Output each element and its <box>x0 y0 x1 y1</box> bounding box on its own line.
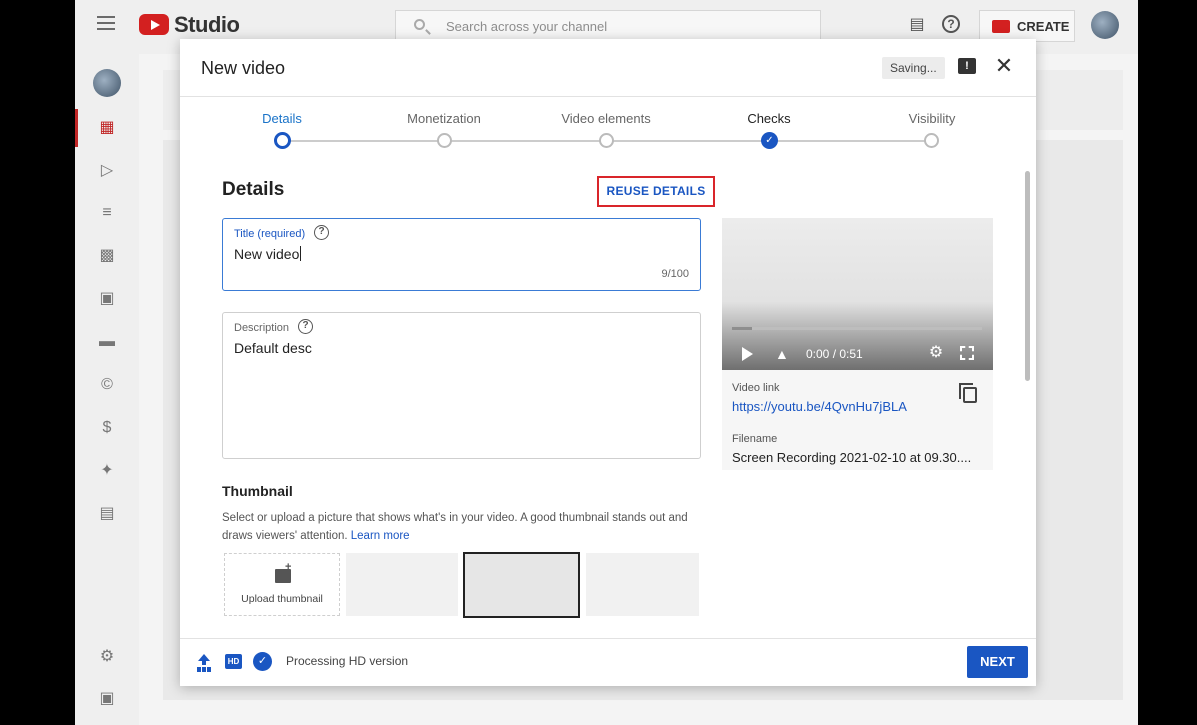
upload-thumbnail-button[interactable]: Upload thumbnail <box>224 553 340 616</box>
step-dot-details[interactable] <box>274 132 291 149</box>
video-player[interactable]: ▲ 0:00 / 0:51 ⚙ <box>722 218 993 370</box>
settings-icon[interactable]: ⚙ <box>97 648 117 666</box>
dialog-header: New video Saving... ✕ <box>180 39 1036 97</box>
saving-badge: Saving... <box>882 57 945 79</box>
thumbnail-option-1[interactable] <box>346 553 458 616</box>
help-icon[interactable]: ? <box>314 225 329 240</box>
search-placeholder: Search across your channel <box>446 19 608 34</box>
title-text: New video <box>234 246 300 262</box>
description-value[interactable]: Default desc <box>234 340 312 356</box>
step-label: Details <box>262 111 302 126</box>
dialog-scrollbar[interactable] <box>1025 171 1030 381</box>
video-link-label: Video link <box>732 382 780 394</box>
learn-more-link[interactable]: Learn more <box>351 530 410 542</box>
details-heading: Details <box>222 179 285 200</box>
volume-icon[interactable]: ▲ <box>775 345 793 363</box>
play-icon[interactable] <box>742 347 753 361</box>
fullscreen-icon[interactable] <box>960 346 974 360</box>
upload-dialog: New video Saving... ✕ Details Monetizati… <box>180 39 1036 686</box>
title-field[interactable]: Title (required) ? New video 9/100 <box>222 218 701 291</box>
customization-icon[interactable]: ✦ <box>97 462 117 480</box>
step-visibility[interactable]: Visibility <box>872 111 992 126</box>
step-dot-checks[interactable]: ✓ <box>761 132 778 149</box>
send-feedback-icon[interactable]: ▣ <box>97 690 117 708</box>
step-label: Monetization <box>407 111 481 126</box>
help-icon[interactable]: ? <box>942 15 960 33</box>
dialog-title: New video <box>201 58 286 78</box>
step-dot-video-elements[interactable] <box>599 133 614 148</box>
thumbnail-option-3[interactable] <box>586 553 699 616</box>
copyright-icon[interactable]: © <box>97 376 117 394</box>
analytics-icon[interactable]: ▩ <box>97 247 117 265</box>
create-label: CREATE <box>1017 19 1070 34</box>
text-cursor <box>300 246 302 261</box>
playlists-icon[interactable]: ≡ <box>97 204 117 222</box>
audio-library-icon[interactable]: ▤ <box>97 505 117 523</box>
video-link[interactable]: https://youtu.be/4QvnHu7jBLA <box>732 399 907 414</box>
step-dot-visibility[interactable] <box>924 133 939 148</box>
studio-logo-text[interactable]: Studio <box>174 12 240 38</box>
help-icon[interactable]: ? <box>298 319 313 334</box>
monetization-icon[interactable]: $ <box>97 419 117 437</box>
sidebar: ▦ ▷ ≡ ▩ ▣ ▬ © $ ✦ ▤ ⚙ ▣ <box>75 54 139 725</box>
upload-icon <box>197 654 211 670</box>
content-icon[interactable]: ▷ <box>97 162 117 180</box>
video-info-panel: ▲ 0:00 / 0:51 ⚙ Video link https://youtu… <box>722 218 993 470</box>
hd-icon: HD <box>225 654 242 669</box>
step-dot-monetization[interactable] <box>437 133 452 148</box>
close-icon[interactable]: ✕ <box>993 53 1015 79</box>
thumbnail-description: Select or upload a picture that shows wh… <box>222 509 712 545</box>
thumbnail-heading: Thumbnail <box>222 483 293 499</box>
dialog-footer: HD ✓ Processing HD version <box>180 638 1036 686</box>
upload-thumbnail-label: Upload thumbnail <box>241 593 323 605</box>
step-label: Video elements <box>561 111 651 126</box>
subtitles-icon[interactable]: ▬ <box>97 333 117 351</box>
video-progress-fill <box>732 327 752 330</box>
video-progress-bar[interactable] <box>732 327 982 330</box>
active-indicator <box>75 109 78 147</box>
filename-value: Screen Recording 2021-02-10 at 09.30.... <box>732 450 972 465</box>
step-details[interactable]: Details <box>222 111 342 126</box>
filename-label: Filename <box>732 433 778 445</box>
video-camera-icon <box>992 20 1010 33</box>
feedback-icon[interactable] <box>958 58 976 74</box>
step-video-elements[interactable]: Video elements <box>546 111 666 126</box>
reuse-details-button[interactable]: REUSE DETAILS <box>597 176 715 207</box>
search-input[interactable]: Search across your channel <box>395 10 821 42</box>
gear-icon[interactable]: ⚙ <box>927 344 945 362</box>
title-value[interactable]: New video <box>234 246 302 262</box>
step-monetization[interactable]: Monetization <box>384 111 504 126</box>
search-icon <box>414 19 425 30</box>
messages-icon[interactable]: ▤ <box>907 15 927 35</box>
step-label: Checks <box>747 111 791 126</box>
thumbnail-description-text: Select or upload a picture that shows wh… <box>222 512 688 542</box>
description-label: Description <box>234 322 290 334</box>
account-avatar[interactable] <box>1091 11 1119 39</box>
youtube-logo-icon[interactable] <box>139 14 169 35</box>
video-time: 0:00 / 0:51 <box>806 347 863 361</box>
create-button[interactable]: CREATE <box>979 10 1075 42</box>
dashboard-icon[interactable]: ▦ <box>97 119 117 137</box>
add-photo-icon <box>275 561 291 583</box>
step-checks[interactable]: Checks <box>709 111 829 126</box>
app-window: Studio Search across your channel ▤ ? CR… <box>75 0 1138 725</box>
thumbnail-option-2[interactable] <box>463 552 580 618</box>
menu-icon[interactable] <box>97 16 115 30</box>
next-button[interactable]: NEXT <box>967 646 1028 678</box>
title-label: Title (required) <box>234 228 306 240</box>
comments-icon[interactable]: ▣ <box>97 290 117 308</box>
channel-avatar[interactable] <box>93 69 121 97</box>
title-counter: 9/100 <box>661 268 689 280</box>
step-label: Visibility <box>908 111 956 126</box>
description-field[interactable]: Description ? Default desc <box>222 312 701 459</box>
check-circle-icon: ✓ <box>253 652 272 671</box>
copy-icon[interactable] <box>959 383 977 403</box>
processing-status: Processing HD version <box>286 654 409 668</box>
